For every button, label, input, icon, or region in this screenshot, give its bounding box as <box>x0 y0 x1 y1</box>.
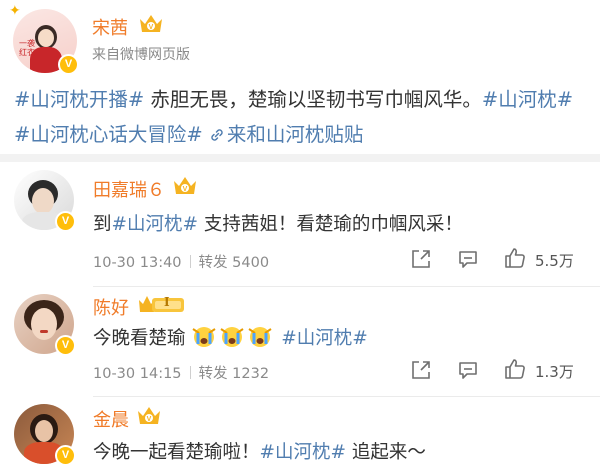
crown-icon: V <box>138 407 160 424</box>
like-count: 1.3万 <box>535 363 574 381</box>
comment-text: 今晚一起看楚瑜啦！#山河枕# 追起来～ <box>93 442 426 463</box>
repost-count[interactable]: 转发 5400 <box>199 255 270 271</box>
svg-text:V: V <box>149 24 154 31</box>
row-divider <box>93 396 600 397</box>
like-icon[interactable] <box>503 246 527 270</box>
comment-time: 10-30 14:15 <box>93 366 182 382</box>
comment-text: 今晚看楚瑜 #山河枕# <box>93 324 368 350</box>
comment-meta: 10-30 13:40 转发 5400 <box>93 251 269 272</box>
link-icon <box>211 129 223 141</box>
hashtag-link[interactable]: #山河枕# <box>482 88 573 111</box>
cry-emoji-icon <box>192 327 216 347</box>
commenter-avatar[interactable]: V <box>14 170 76 232</box>
post-source: 来自微博网页版 <box>92 47 190 63</box>
commenter-name[interactable]: 田嘉瑞６ <box>93 176 165 202</box>
comment-text: 到#山河枕# 支持茜姐！看楚瑜的巾帼风采！ <box>93 214 463 235</box>
hashtag-link[interactable]: #山河枕# <box>260 442 347 463</box>
hashtag-link[interactable]: #山河枕# <box>112 214 199 235</box>
repost-count[interactable]: 转发 1232 <box>199 366 270 382</box>
svg-text:V: V <box>147 416 152 423</box>
comment-icon[interactable] <box>457 359 479 381</box>
avatar-caption: 一袭 红衣 <box>19 39 35 57</box>
commenter-avatar[interactable]: V <box>14 294 76 356</box>
post-author-name[interactable]: 宋茜 <box>92 14 128 40</box>
svg-text:V: V <box>183 186 188 193</box>
comment-time: 10-30 13:40 <box>93 255 182 271</box>
super-topic-link[interactable]: 来和山河枕贴贴 <box>209 123 363 146</box>
hashtag-link[interactable]: #山河枕心话大冒险# <box>14 123 203 146</box>
commenter-name[interactable]: 陈好 <box>93 294 129 320</box>
post-text: #山河枕开播# 赤胆无畏，楚瑜以坚韧书写巾帼风华。#山河枕# #山河枕心话大冒险… <box>14 88 574 146</box>
commenter-avatar[interactable]: V <box>14 404 76 466</box>
crown-icon: V <box>174 177 196 194</box>
crown-icon: V <box>140 15 162 32</box>
member-level-badge: I <box>138 293 186 319</box>
hashtag-link[interactable]: #山河枕# <box>281 328 368 349</box>
section-divider <box>0 154 600 162</box>
verified-icon: V <box>55 335 76 356</box>
share-icon[interactable] <box>410 359 432 381</box>
verified-icon: V <box>55 211 76 232</box>
share-icon[interactable] <box>410 248 432 270</box>
cry-emoji-icon <box>220 327 244 347</box>
row-divider <box>93 286 600 287</box>
comment-icon[interactable] <box>457 248 479 270</box>
like-count: 5.5万 <box>535 252 574 270</box>
comment-meta: 10-30 14:15 转发 1232 <box>93 362 269 383</box>
cry-emoji-icon <box>248 327 272 347</box>
hashtag-link[interactable]: #山河枕开播# <box>14 88 144 111</box>
post-author-avatar[interactable]: 一袭 红衣 V ✦ <box>9 3 79 75</box>
sparkle-icon: ✦ <box>9 3 21 19</box>
commenter-name[interactable]: 金晨 <box>93 406 129 432</box>
verified-icon: V <box>55 445 76 466</box>
like-icon[interactable] <box>503 357 527 381</box>
member-level-text: I <box>164 295 170 309</box>
verified-icon: V <box>58 54 79 75</box>
